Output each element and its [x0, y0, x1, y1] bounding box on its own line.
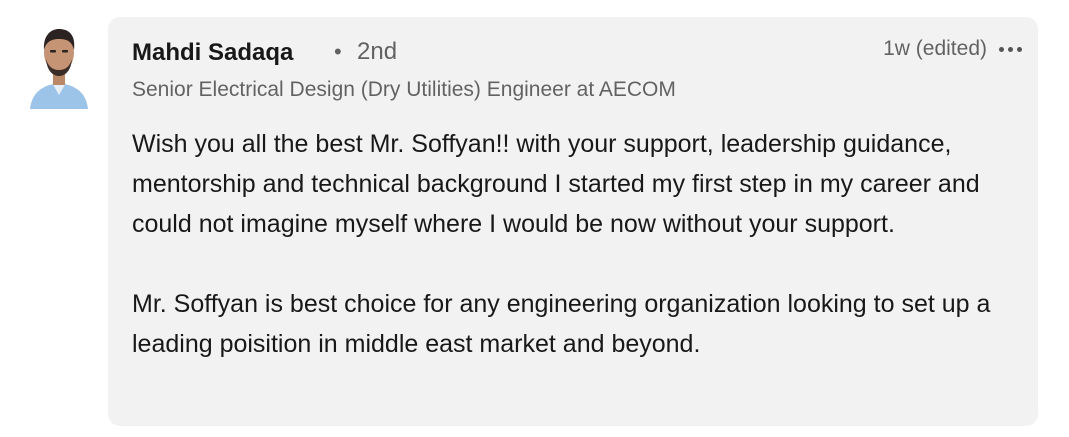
degree-separator: • [334, 39, 342, 64]
comment-timestamp: 1w (edited) [883, 37, 987, 60]
comment-paragraph: Mr. Soffyan is best choice for any engin… [132, 290, 991, 358]
comment-meta: 1w (edited) [883, 37, 1022, 61]
comment-paragraph: Wish you all the best Mr. Soffyan!! with… [132, 130, 980, 238]
dot [1017, 46, 1022, 52]
connection-degree: 2nd [357, 38, 398, 65]
author-headline: Senior Electrical Design (Dry Utilities)… [132, 78, 676, 101]
dot [999, 46, 1004, 52]
ellipsis-icon[interactable] [999, 37, 1022, 61]
dot [1008, 46, 1013, 52]
comment-bubble: Mahdi Sadaqa • 2nd Senior Electrical Des… [108, 17, 1038, 426]
author-name[interactable]: Mahdi Sadaqa [132, 39, 293, 67]
avatar[interactable] [26, 25, 92, 109]
comment-item: Mahdi Sadaqa • 2nd Senior Electrical Des… [0, 0, 1069, 437]
comment-text: Wish you all the best Mr. Soffyan!! with… [132, 124, 1012, 364]
